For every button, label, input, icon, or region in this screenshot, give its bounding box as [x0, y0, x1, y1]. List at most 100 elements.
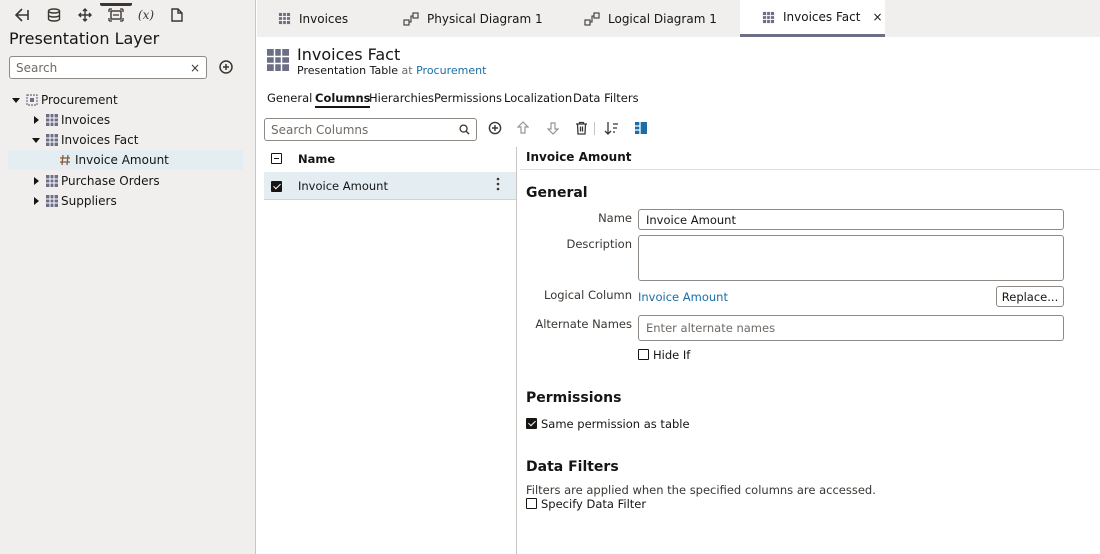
tree-item-purchase-orders[interactable]: Purchase Orders [8, 171, 243, 191]
close-icon[interactable]: × [872, 10, 882, 24]
same-permission-label: Same permission as table [541, 417, 690, 431]
row-checkbox[interactable] [271, 181, 282, 192]
column-search-field[interactable] [264, 118, 477, 141]
table-icon [45, 133, 59, 147]
caret-down-icon[interactable] [30, 134, 42, 146]
tree-item-label: Procurement [41, 93, 118, 107]
table-icon [278, 12, 291, 25]
tree-item-invoices[interactable]: Invoices [8, 110, 243, 130]
specify-data-filter-checkbox[interactable] [526, 498, 537, 509]
move-down-icon[interactable] [547, 121, 559, 135]
tree-item-procurement[interactable]: Procurement [8, 90, 243, 110]
tab-hierarchies[interactable]: Hierarchies [369, 91, 434, 105]
hide-if-label: Hide If [653, 348, 691, 362]
table-large-icon [266, 48, 290, 72]
logical-column-label: Logical Column [544, 288, 632, 302]
tree-item-label: Invoices [61, 113, 111, 127]
table-icon [45, 194, 59, 208]
tree-item-label: Purchase Orders [61, 174, 160, 188]
table-icon [45, 113, 59, 127]
tab-data-filters[interactable]: Data Filters [573, 91, 639, 105]
caret-right-icon[interactable] [30, 114, 42, 126]
tab-columns[interactable]: Columns [315, 91, 371, 108]
move-up-icon[interactable] [517, 121, 529, 135]
hide-if-checkbox[interactable] [638, 349, 649, 360]
subject-area-icon [25, 93, 39, 107]
caret-right-icon[interactable] [30, 195, 42, 207]
search-field[interactable]: × [9, 56, 207, 79]
table-row[interactable]: Invoice Amount [264, 172, 516, 200]
detail-view-icon[interactable] [634, 121, 648, 135]
table-icon [45, 174, 59, 188]
subtitle-type: Presentation Table [297, 64, 399, 77]
variable-fx-icon[interactable]: (x) [136, 6, 156, 24]
column-search-input[interactable] [271, 122, 451, 138]
clear-icon[interactable]: × [190, 62, 200, 74]
tree-item-invoice-amount[interactable]: Invoice Amount [8, 150, 243, 170]
table-icon [762, 11, 775, 24]
detail-heading: Invoice Amount [526, 150, 632, 164]
specify-data-filter-label: Specify Data Filter [541, 497, 647, 511]
tab-label: Physical Diagram 1 [427, 11, 543, 26]
tab-invoices[interactable]: Invoices [278, 0, 388, 37]
back-icon[interactable] [13, 6, 33, 24]
presentation-layer-panel: (x) Presentation Layer × Procurement Inv… [0, 0, 256, 554]
caret-right-icon[interactable] [30, 175, 42, 187]
tab-permissions[interactable]: Permissions [434, 91, 502, 105]
column-header-name: Name [298, 152, 336, 166]
tree-item-invoices-fact[interactable]: Invoices Fact [8, 130, 243, 150]
subtitle-at: at [401, 64, 413, 77]
alternate-names-field[interactable] [638, 315, 1064, 341]
same-permission-checkbox[interactable] [526, 418, 537, 429]
section-data-filters-title: Data Filters [526, 459, 619, 475]
column-name: Invoice Amount [298, 179, 388, 193]
move-icon[interactable] [75, 6, 95, 24]
diagram-icon [403, 11, 419, 26]
tree-item-label: Suppliers [61, 194, 117, 208]
tree-item-suppliers[interactable]: Suppliers [8, 191, 243, 211]
measure-hash-icon [59, 154, 71, 166]
logical-column-link[interactable]: Invoice Amount [638, 290, 728, 304]
tab-general[interactable]: General [267, 91, 312, 105]
tab-label: Invoices Fact [783, 10, 861, 24]
description-label: Description [566, 237, 633, 251]
sort-icon[interactable] [604, 121, 619, 135]
data-filters-note: Filters are applied when the specified c… [526, 483, 876, 497]
panel-title: Presentation Layer [9, 29, 160, 48]
name-label: Name [598, 211, 632, 225]
page-title: Invoices Fact [297, 45, 401, 64]
presentation-layer-icon[interactable] [100, 3, 132, 24]
tab-label: Invoices [299, 11, 349, 26]
description-field[interactable] [638, 235, 1064, 281]
add-column-icon[interactable] [488, 121, 502, 135]
pane-splitter[interactable] [516, 147, 517, 554]
section-permissions-title: Permissions [526, 390, 622, 406]
name-field[interactable] [638, 209, 1064, 230]
delete-icon[interactable] [575, 121, 588, 135]
more-options-icon[interactable] [496, 177, 500, 191]
procurement-link[interactable]: Procurement [416, 64, 486, 77]
diagram-icon [584, 11, 600, 26]
alternate-names-label: Alternate Names [535, 317, 632, 331]
tree-item-label: Invoices Fact [61, 133, 139, 147]
select-all-checkbox[interactable] [271, 153, 282, 164]
section-general-title: General [526, 185, 588, 201]
database-icon[interactable] [44, 6, 64, 24]
replace-button[interactable]: Replace... [996, 286, 1064, 307]
tab-invoices-fact[interactable]: Invoices Fact × [740, 0, 885, 37]
toolbar-divider [594, 122, 595, 135]
divider [520, 169, 1100, 170]
document-icon[interactable] [167, 6, 187, 24]
editor-tab-bar: Invoices Physical Diagram 1 Logical Diag… [257, 0, 1100, 37]
tree-item-label: Invoice Amount [75, 153, 169, 167]
column-list-header: Name [264, 147, 516, 171]
search-icon[interactable] [459, 124, 470, 135]
tab-physical-diagram[interactable]: Physical Diagram 1 [403, 0, 563, 37]
caret-down-icon[interactable] [10, 94, 22, 106]
tab-localization[interactable]: Localization [504, 91, 572, 105]
tab-logical-diagram[interactable]: Logical Diagram 1 [584, 0, 734, 37]
tab-label: Logical Diagram 1 [608, 11, 717, 26]
add-circle-icon[interactable] [218, 59, 234, 75]
page-subtitle: Presentation Table at Procurement [297, 64, 486, 77]
search-input[interactable] [16, 60, 184, 76]
